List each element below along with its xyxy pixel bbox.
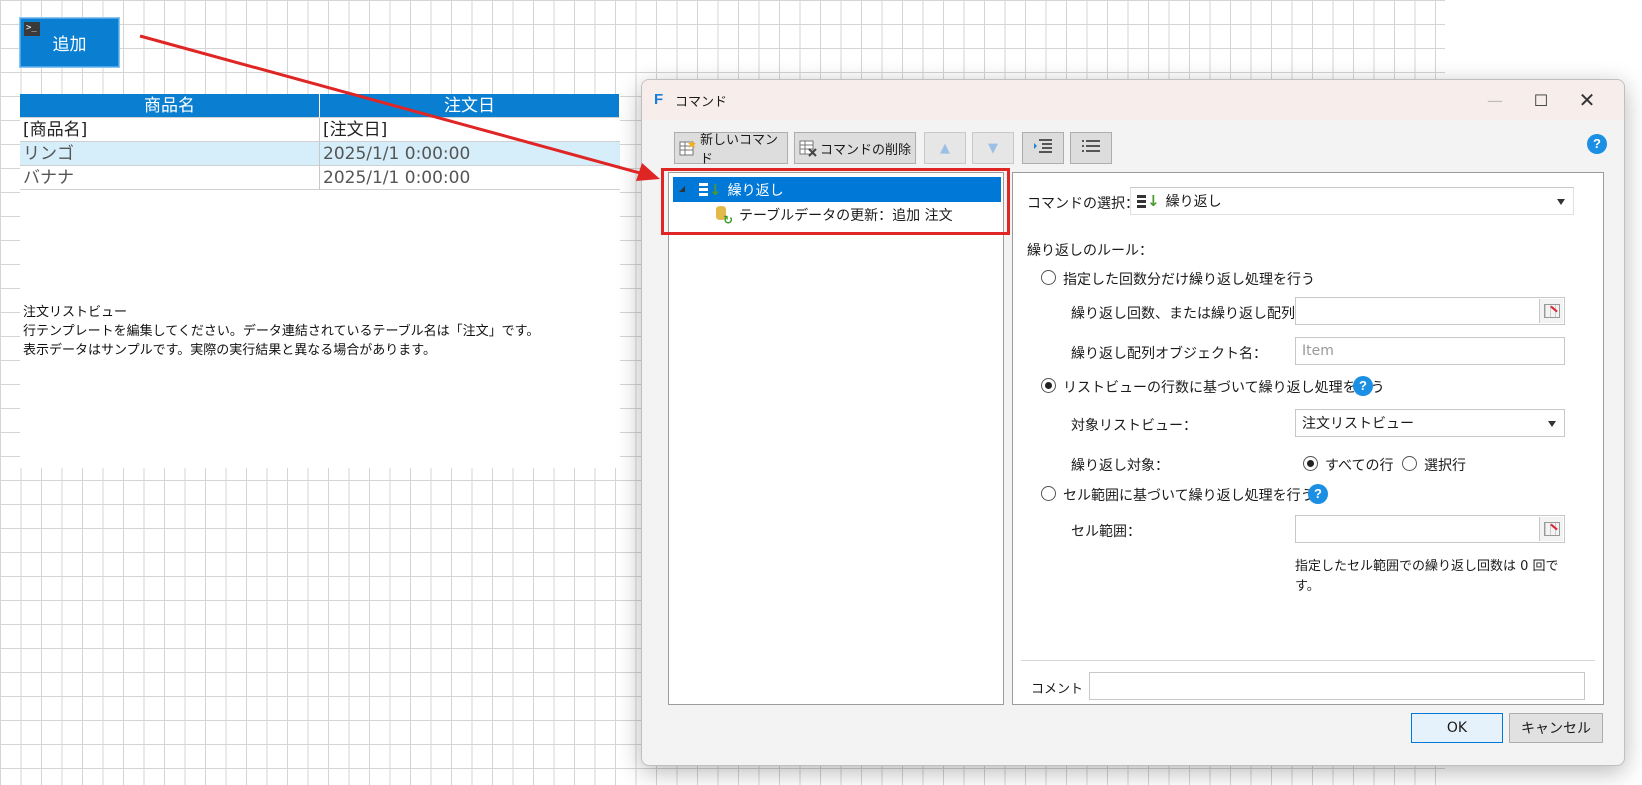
- listview-note-line: 行テンプレートを編集してください。データ連結されているテーブル名は「注文」です。: [23, 324, 540, 339]
- loop-scope-label: 繰り返し対象：: [1071, 458, 1169, 474]
- new-command-label: 新しいコマンド: [700, 133, 779, 167]
- delete-command-label: コマンドの削除: [820, 142, 912, 158]
- command-select-label: コマンドの選択：: [1027, 196, 1139, 212]
- header-order-date: 注文日: [320, 94, 620, 118]
- target-listview-value: 注文リストビュー: [1302, 416, 1414, 432]
- cell-product[interactable]: リンゴ: [20, 142, 320, 166]
- template-cell-product[interactable]: [商品名]: [20, 118, 320, 142]
- cell-picker-icon[interactable]: [1539, 299, 1563, 323]
- indent-icon: [1033, 138, 1053, 158]
- cancel-button[interactable]: キャンセル: [1509, 713, 1603, 743]
- minimize-icon: —: [1487, 90, 1503, 110]
- new-command-button[interactable]: 新しいコマンド: [674, 132, 788, 167]
- comment-label: コメント: [1031, 682, 1084, 697]
- chevron-down-icon: [1548, 421, 1556, 427]
- maximize-icon: ☐: [1533, 90, 1549, 110]
- comment-input[interactable]: [1089, 672, 1585, 700]
- radio-listview[interactable]: [1041, 378, 1056, 393]
- separator: [1021, 660, 1595, 661]
- arrow-down-icon: ▼: [988, 140, 998, 156]
- radio-scope-selected[interactable]: [1402, 456, 1417, 471]
- cell-picker-icon[interactable]: [1539, 517, 1563, 541]
- add-button[interactable]: >_ 追加: [19, 17, 120, 68]
- radio-scope-selected-label[interactable]: 選択行: [1424, 455, 1466, 475]
- app-logo-icon: F: [654, 91, 664, 108]
- ok-button-label: OK: [1446, 720, 1468, 736]
- command-badge-icon: >_: [24, 22, 40, 36]
- cell-date[interactable]: 2025/1/1 0:00:00: [320, 142, 620, 166]
- move-up-button[interactable]: ▲: [924, 132, 966, 164]
- new-command-icon: [679, 139, 697, 157]
- cell-range-label: セル範囲：: [1071, 524, 1141, 540]
- minimize-button[interactable]: —: [1472, 84, 1518, 116]
- ok-button[interactable]: OK: [1411, 713, 1503, 743]
- arrow-up-icon: ▲: [940, 140, 950, 156]
- indent-button[interactable]: [1022, 132, 1064, 164]
- listview-note-line: 注文リストビュー: [23, 305, 128, 320]
- table-row[interactable]: リンゴ 2025/1/1 0:00:00: [20, 142, 620, 166]
- command-properties: コマンドの選択： ↓ 繰り返し 繰り返しのルール： 指定した回数分だけ繰り返し処…: [1012, 172, 1604, 705]
- command-select-value: 繰り返し: [1165, 194, 1222, 210]
- outdent-icon: [1081, 138, 1101, 158]
- listview-note-line: 表示データはサンプルです。実際の実行結果と異なる場合があります。: [23, 343, 437, 358]
- order-listview[interactable]: 商品名 注文日 [商品名] [注文日] リンゴ 2025/1/1 0:00:00…: [20, 94, 620, 190]
- command-select-dropdown[interactable]: ↓ 繰り返し: [1130, 187, 1574, 215]
- add-button-label: 追加: [52, 35, 87, 55]
- cell-range-input[interactable]: [1295, 515, 1565, 543]
- target-listview-label: 対象リストビュー：: [1071, 418, 1197, 434]
- template-row[interactable]: [商品名] [注文日]: [20, 118, 620, 142]
- object-name-input[interactable]: Item: [1295, 337, 1565, 365]
- radio-range[interactable]: [1041, 486, 1056, 501]
- close-icon: ✕: [1578, 88, 1596, 112]
- move-down-button[interactable]: ▼: [972, 132, 1014, 164]
- count-input[interactable]: [1295, 297, 1565, 325]
- cancel-button-label: キャンセル: [1521, 721, 1591, 737]
- radio-count[interactable]: [1041, 270, 1056, 285]
- maximize-button[interactable]: ☐: [1518, 84, 1564, 116]
- loop-rule-label: 繰り返しのルール：: [1027, 243, 1153, 259]
- delete-command-icon: [799, 139, 817, 157]
- target-listview-dropdown[interactable]: 注文リストビュー: [1295, 409, 1565, 437]
- cell-product[interactable]: バナナ: [20, 166, 320, 190]
- table-row[interactable]: バナナ 2025/1/1 0:00:00: [20, 166, 620, 190]
- delete-command-button[interactable]: コマンドの削除: [794, 132, 916, 164]
- command-tree: ↓ 繰り返し ↻ テーブルデータの更新：追加 注文: [668, 172, 1004, 705]
- radio-count-label[interactable]: 指定した回数分だけ繰り返し処理を行う: [1063, 269, 1315, 289]
- radio-scope-all[interactable]: [1303, 456, 1318, 471]
- listview-note: 注文リストビュー 行テンプレートを編集してください。データ連結されているテーブル…: [23, 303, 539, 360]
- radio-listview-label[interactable]: リストビューの行数に基づいて繰り返し処理を行う: [1063, 377, 1385, 397]
- outdent-button[interactable]: [1070, 132, 1112, 164]
- annotation-highlight-box: [661, 168, 1010, 235]
- template-cell-date[interactable]: [注文日]: [320, 118, 620, 142]
- object-name-label: 繰り返し配列オブジェクト名：: [1071, 346, 1267, 362]
- object-name-placeholder: Item: [1302, 343, 1334, 359]
- listview-header-row: 商品名 注文日: [20, 94, 620, 118]
- help-icon[interactable]: ?: [1353, 376, 1373, 396]
- dialog-titlebar[interactable]: F コマンド — ☐ ✕: [642, 80, 1624, 120]
- header-product-name: 商品名: [20, 94, 320, 118]
- loop-icon: ↓: [1137, 194, 1160, 209]
- close-button[interactable]: ✕: [1564, 84, 1610, 116]
- help-icon[interactable]: ?: [1587, 134, 1607, 154]
- radio-range-label[interactable]: セル範囲に基づいて繰り返し処理を行う: [1063, 485, 1315, 505]
- cell-date[interactable]: 2025/1/1 0:00:00: [320, 166, 620, 190]
- radio-scope-all-label[interactable]: すべての行: [1325, 455, 1393, 475]
- count-label: 繰り返し回数、または繰り返し配列：: [1071, 306, 1309, 322]
- help-icon[interactable]: ?: [1308, 484, 1328, 504]
- dialog-title: コマンド: [675, 95, 728, 110]
- chevron-down-icon: [1557, 199, 1565, 205]
- range-count-note: 指定したセル範囲での繰り返し回数は 0 回です。: [1295, 559, 1559, 594]
